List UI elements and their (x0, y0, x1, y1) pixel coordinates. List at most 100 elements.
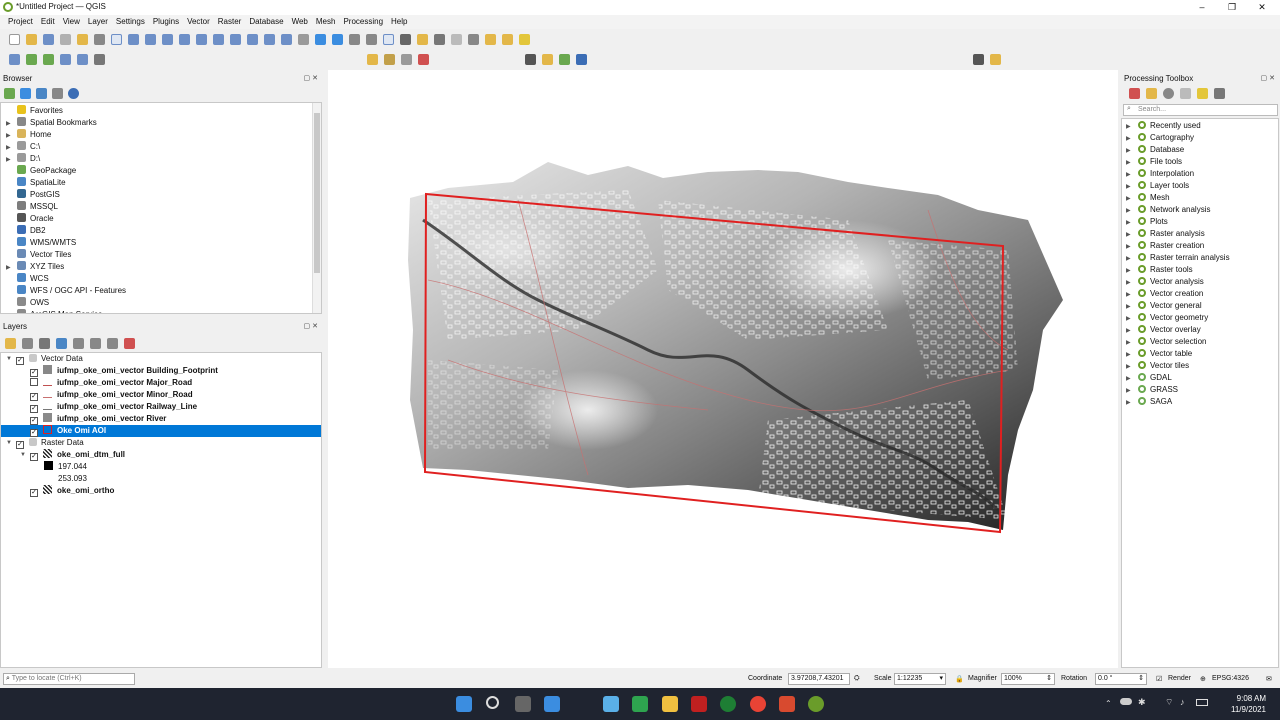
toolbox-item[interactable]: Cartography (1138, 132, 1194, 144)
annotation-icon[interactable] (417, 33, 428, 45)
zoom-selection-icon[interactable] (196, 33, 207, 45)
toolbox-item[interactable]: Vector overlay (1138, 324, 1201, 336)
search-taskbar-icon[interactable] (486, 696, 499, 709)
menu-help[interactable]: Help (387, 15, 411, 29)
expand-arrow-icon[interactable]: ▶ (1126, 339, 1131, 346)
layer-dtm-full[interactable]: ✓ oke_omi_dtm_full (30, 449, 125, 461)
store-icon[interactable] (603, 696, 619, 712)
group-checkbox[interactable]: ✓ (16, 441, 24, 449)
toolbox-search-box[interactable]: ⌕ Search... (1123, 104, 1278, 116)
panel-float-close-icon[interactable]: ▢✕ (304, 74, 320, 82)
toolbox-item[interactable]: Mesh (1138, 192, 1170, 204)
select-features-icon[interactable] (383, 33, 394, 45)
group-checkbox[interactable]: ✓ (16, 357, 24, 365)
toolbox-item[interactable]: GRASS (1138, 384, 1178, 396)
save-edits-icon[interactable] (401, 53, 412, 65)
menu-layer[interactable]: Layer (84, 15, 112, 29)
layer-group-vector-data[interactable]: ✓ Vector Data (16, 353, 83, 365)
measure-icon[interactable] (400, 33, 411, 45)
panel-float-close-icon[interactable]: ▢✕ (1261, 74, 1277, 82)
menu-database[interactable]: Database (245, 15, 287, 29)
layer-checkbox[interactable]: ✓ (30, 417, 38, 425)
zoom-next-icon[interactable] (264, 33, 275, 45)
wifi-icon[interactable]: ⌔ (1165, 697, 1173, 708)
browser-item[interactable]: OWS (17, 297, 49, 309)
text-annotation-icon[interactable] (468, 33, 479, 45)
locator-search[interactable]: ⌕ Type to locate (Ctrl+K) (3, 673, 135, 685)
browser-item[interactable]: Vector Tiles (17, 249, 71, 261)
crs-button[interactable]: EPSG:4326 (1212, 675, 1249, 682)
system-clock[interactable]: 9:08 AM 11/9/2021 (1231, 693, 1266, 715)
layer-railway-line[interactable]: ✓ iufmp_oke_omi_vector Railway_Line (30, 401, 197, 413)
layer-major-road[interactable]: iufmp_oke_omi_vector Major_Road (30, 377, 192, 389)
expand-arrow-icon[interactable]: ▶ (1126, 159, 1131, 166)
browser-item[interactable]: C:\ (17, 141, 40, 153)
expand-arrow-icon[interactable]: ▶ (6, 120, 11, 127)
expand-arrow-icon[interactable]: ▶ (1126, 351, 1131, 358)
new-project-icon[interactable] (9, 33, 20, 45)
data-source-manager-icon[interactable] (9, 53, 20, 65)
attribute-table-icon[interactable] (349, 33, 360, 45)
minimize-button[interactable]: – (1186, 0, 1218, 15)
label-tool-icon[interactable] (502, 33, 513, 45)
add-selected-layers-icon[interactable] (4, 87, 15, 99)
browser-item[interactable]: ArcGIS Map Service (17, 309, 102, 313)
menu-edit[interactable]: Edit (37, 15, 59, 29)
expand-arrow-icon[interactable]: ▶ (1126, 375, 1131, 382)
expand-arrow-icon[interactable]: ▶ (1126, 279, 1131, 286)
coordinate-field[interactable]: 3.97208,7.43201 (788, 673, 850, 685)
expand-arrow-icon[interactable]: ▶ (1126, 291, 1131, 298)
layer-checkbox[interactable]: ✓ (30, 453, 38, 461)
lock-scale-icon[interactable]: 🔒 (955, 675, 964, 683)
toolbox-item[interactable]: Interpolation (1138, 168, 1194, 180)
expand-arrow-icon[interactable]: ▶ (1126, 135, 1131, 142)
menu-mesh[interactable]: Mesh (312, 15, 340, 29)
scale-field[interactable]: 1:12235 ▾ (894, 673, 946, 685)
expand-arrow-icon[interactable]: ▶ (1126, 327, 1131, 334)
expand-arrow-icon[interactable]: ▶ (1126, 255, 1131, 262)
browser-item[interactable]: SpatiaLite (17, 177, 66, 189)
browser-scrollbar-thumb[interactable] (314, 113, 320, 273)
open-project-icon[interactable] (26, 33, 37, 45)
expand-arrow-icon[interactable]: ▶ (1126, 219, 1131, 226)
menu-processing[interactable]: Processing (339, 15, 387, 29)
new-temp-layer-icon[interactable] (94, 53, 105, 65)
toggle-edit-icon[interactable] (384, 53, 395, 65)
layer-oke-omi-aoi[interactable]: ✓ Oke Omi AOI (30, 425, 106, 437)
filter-legend-icon[interactable] (56, 337, 67, 349)
statistics-icon[interactable] (434, 33, 445, 45)
browser-item[interactable]: PostGIS (17, 189, 60, 201)
style-layer-icon[interactable] (5, 337, 16, 349)
browser-item[interactable]: Spatial Bookmarks (17, 117, 97, 129)
menu-view[interactable]: View (59, 15, 84, 29)
expand-arrow-icon[interactable]: ▶ (6, 144, 11, 151)
toolbox-item[interactable]: Recently used (1138, 120, 1201, 132)
layer-checkbox[interactable]: ✓ (30, 393, 38, 401)
layer-checkbox[interactable]: ✓ (30, 369, 38, 377)
layer-checkbox[interactable]: ✓ (30, 429, 38, 437)
results-icon[interactable] (1180, 87, 1191, 99)
expand-arrow-icon[interactable]: ▶ (1126, 123, 1131, 130)
tray-chevron-icon[interactable]: ⌃ (1105, 699, 1112, 708)
toolbox-item[interactable]: Layer tools (1138, 180, 1189, 192)
toolbox-item[interactable]: Vector general (1138, 300, 1202, 312)
field-calculator-icon[interactable] (366, 33, 377, 45)
toolbox-item[interactable]: Raster analysis (1138, 228, 1205, 240)
menu-raster[interactable]: Raster (214, 15, 246, 29)
browser-item[interactable]: D:\ (17, 153, 40, 165)
widgets-icon[interactable] (544, 696, 560, 712)
expand-arrow-icon[interactable]: ▶ (1126, 387, 1131, 394)
toggle-extents-icon[interactable]: ⛭ (854, 675, 860, 683)
layer-checkbox[interactable]: ✓ (30, 405, 38, 413)
expand-arrow-icon[interactable]: ▶ (1126, 171, 1131, 178)
options-wrench-icon[interactable] (1214, 87, 1225, 99)
processing-toolbox-icon[interactable] (542, 53, 553, 65)
browser-item[interactable]: Home (17, 129, 51, 141)
browser-item[interactable]: WMS/WMTS (17, 237, 76, 249)
scale-dropdown-icon[interactable]: ▾ (939, 674, 943, 684)
browser-item[interactable]: WCS (17, 273, 49, 285)
results-viewer-icon[interactable] (576, 53, 587, 65)
qgis-taskbar-icon[interactable] (808, 696, 824, 712)
layer-checkbox[interactable]: ✓ (30, 489, 38, 497)
edit-icon[interactable] (367, 53, 378, 65)
